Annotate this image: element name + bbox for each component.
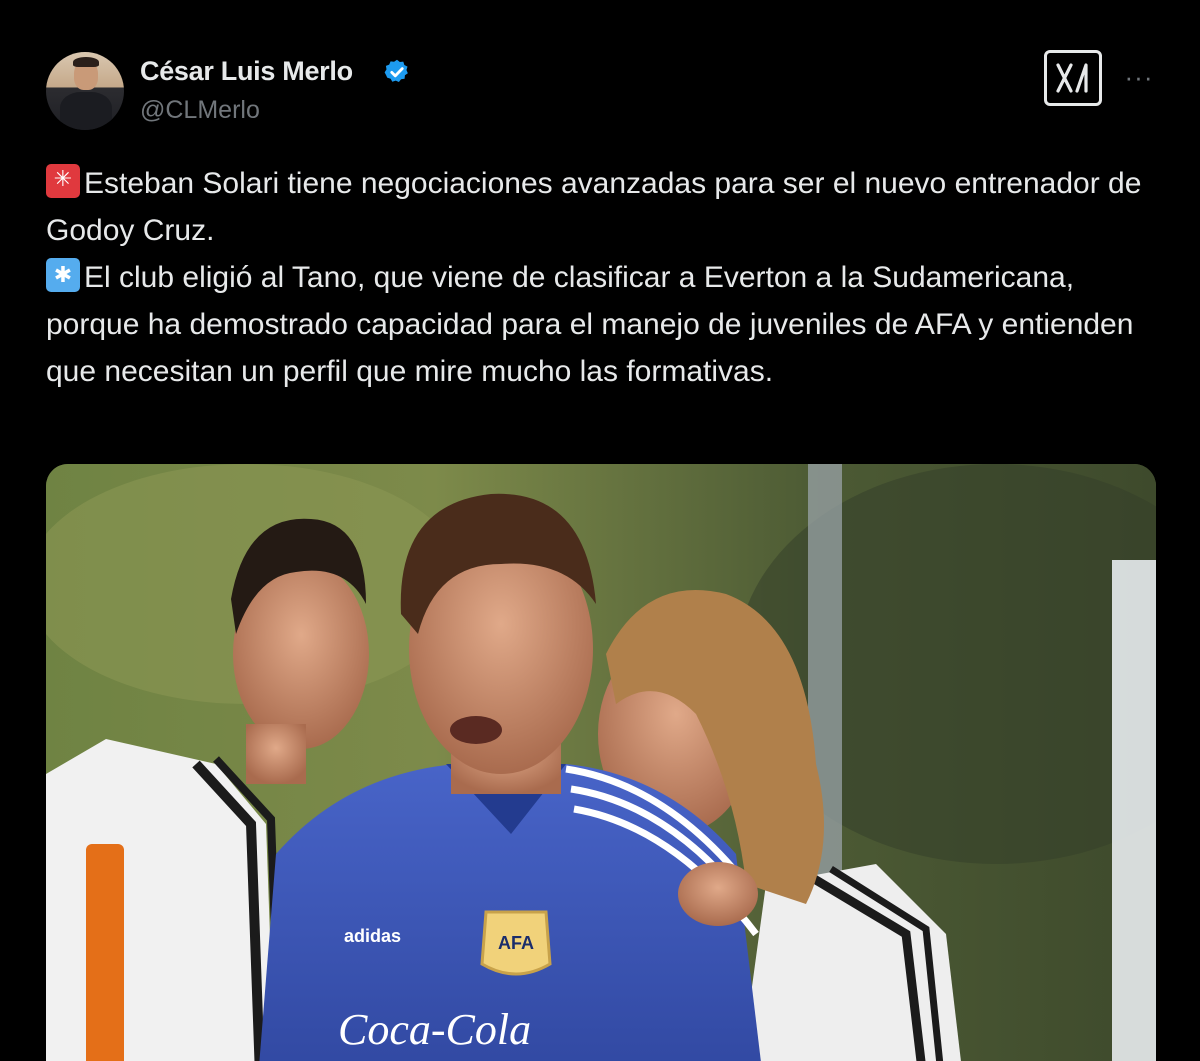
photo-goalpost	[1112, 560, 1156, 1061]
avatar-body-shape	[60, 92, 112, 130]
photo-illustration: AFA adidas Coca-Cola	[46, 464, 1156, 1061]
tweet-paragraph-1-text: Esteban Solari tiene negociaciones avanz…	[46, 167, 1142, 247]
adidas-logo-text: adidas	[344, 926, 401, 946]
training-pole	[86, 844, 124, 1061]
author-avatar[interactable]	[46, 52, 124, 130]
author-name[interactable]: César Luis Merlo	[140, 56, 353, 87]
x-logo-icon[interactable]	[1044, 50, 1102, 106]
tweet-paragraph-2-text: El club eligió al Tano, que viene de cla…	[46, 261, 1134, 388]
left-player-neck	[246, 724, 306, 784]
tweet-paragraph-1: Esteban Solari tiene negociaciones avanz…	[46, 160, 1166, 254]
rotating-light-icon	[46, 162, 80, 198]
hand-on-shoulder	[678, 862, 758, 926]
more-options-button[interactable]: ···	[1122, 60, 1156, 94]
tweet-text: Esteban Solari tiene negociaciones avanz…	[46, 160, 1166, 395]
tweet-paragraph-2: El club eligió al Tano, que viene de cla…	[46, 254, 1166, 395]
coca-cola-logo-text: Coca-Cola	[338, 1005, 531, 1054]
avatar-hair-shape	[73, 57, 99, 67]
afa-crest-text: AFA	[498, 933, 534, 953]
coach-mouth	[450, 716, 502, 744]
tweet-card: César Luis Merlo @CLMerlo ··· Esteban So…	[0, 0, 1200, 1061]
x-logo-glyph-icon	[1056, 63, 1088, 93]
verified-badge-icon	[384, 59, 408, 83]
eight-spoked-asterisk-icon	[46, 258, 80, 292]
tweet-photo[interactable]: AFA adidas Coca-Cola	[46, 464, 1156, 1061]
author-handle[interactable]: @CLMerlo	[140, 96, 260, 125]
